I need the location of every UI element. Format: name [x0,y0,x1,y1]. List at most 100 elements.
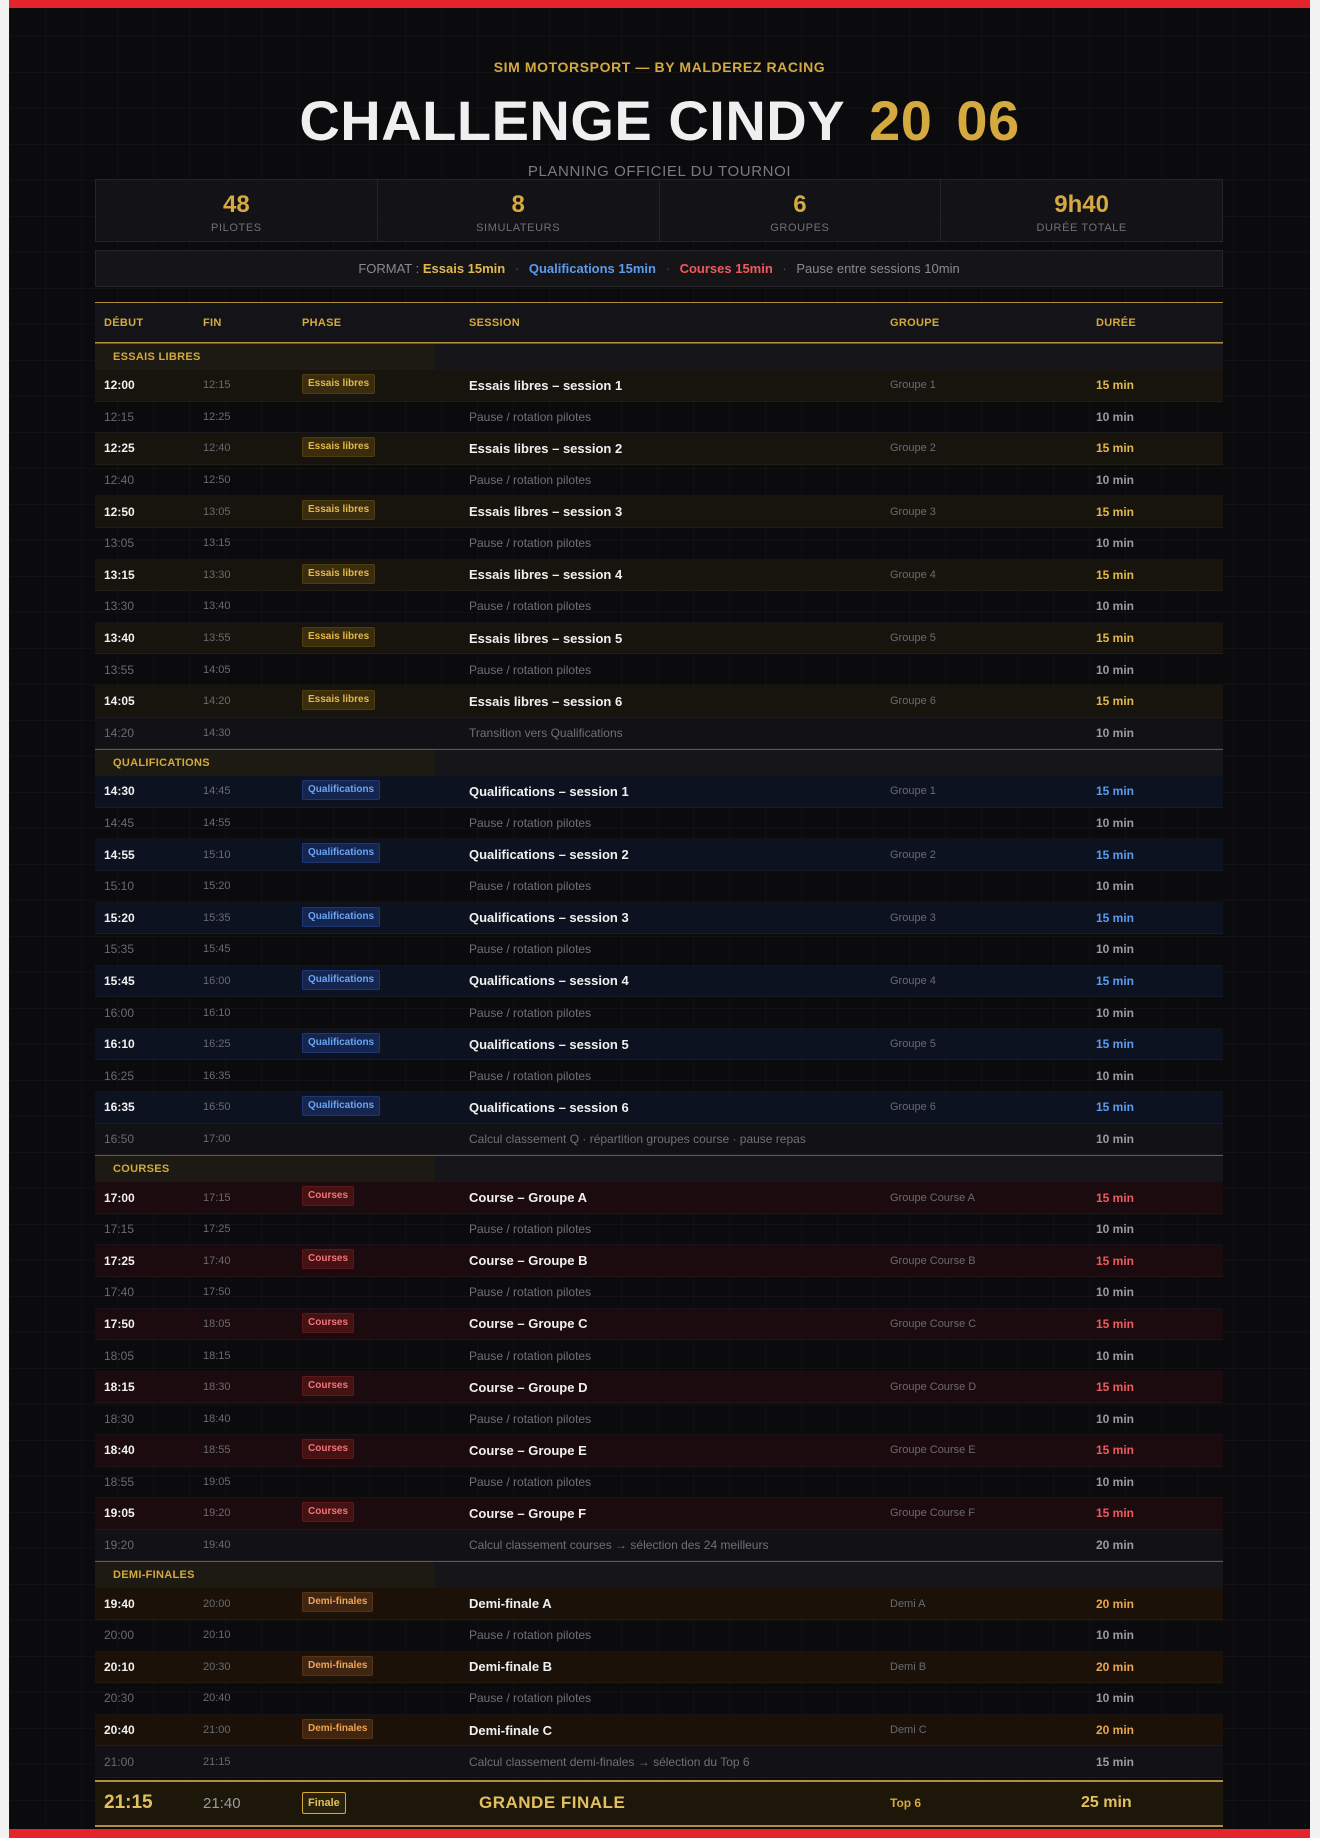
start-time: 20:40 [104,1723,135,1738]
phase-badge: Courses [302,1502,355,1523]
transition-row: 19:20 19:40 Calcul classement courses → sé… [95,1529,1223,1562]
format-separator: · [514,261,520,276]
section-header: DEMI-FINALES [95,1561,1223,1589]
pause-row: 16:25 16:35 Pause / rotation pilotes 10 min [95,1060,1223,1093]
session-row: 17:00 17:15 Courses Course – Groupe A Groupe… [95,1182,1223,1214]
phase-cell: Courses [302,1245,355,1276]
header-duration: DURÉE [1096,316,1137,329]
start-time: 18:55 [104,1474,135,1489]
phase-badge: Qualifications [302,969,381,990]
session-name: Course – Groupe E [469,1442,587,1458]
session-name: Calcul classement Q · répartition groupe… [469,1131,806,1146]
phase-badge: Essais libres [302,563,376,584]
phase-cell: Courses [302,1309,355,1340]
phase-badge: Qualifications [302,780,381,801]
session-name: Calcul classement courses → sélection de… [469,1538,769,1553]
pause-row: 20:30 20:40 Pause / rotation pilotes 10 min [95,1683,1223,1715]
end-time: 15:45 [203,943,231,956]
session-name: Pause / rotation pilotes [469,473,592,488]
pause-row: 12:40 12:50 Pause / rotation pilotes 10 min [95,465,1223,497]
pause-row: 13:55 14:05 Pause / rotation pilotes 10 min [95,654,1223,686]
session-name: Pause / rotation pilotes [469,536,592,551]
start-time: 12:50 [104,504,135,519]
session-name: Pause / rotation pilotes [469,1348,592,1363]
phase-cell: Demi-finales [302,1652,374,1683]
start-time: 17:40 [104,1285,135,1300]
duration: 15 min [1096,567,1135,582]
phase-badge: Essais libres [302,626,376,647]
duration: 15 min [1096,378,1135,393]
phase-cell: Essais libres [302,686,376,717]
duration: 10 min [1096,1411,1135,1426]
phase-badge: Courses [302,1249,355,1270]
title-day: 20 [869,89,933,152]
session-row: 17:50 18:05 Courses Course – Groupe C Groupe… [95,1308,1223,1341]
group-name: Groupe 4 [890,568,936,581]
end-time: 12:25 [203,410,231,423]
end-time: 13:55 [203,632,231,645]
header-group: GROUPE [890,316,940,329]
session-name: Pause / rotation pilotes [469,1691,592,1706]
start-time: 20:30 [104,1691,135,1706]
session-name: Qualifications – session 1 [469,783,629,799]
final-row: 21:15 21:40 Finale GRANDE FINALE Top 6 2… [95,1779,1223,1827]
phase-cell: Essais libres [302,496,376,527]
end-time: 20:10 [203,1629,231,1642]
format-separator: · [665,261,670,276]
format-separator: · [782,261,787,276]
duration: 15 min [1096,1380,1135,1395]
pause-row: 15:35 15:45 Pause / rotation pilotes 10 min [95,934,1223,966]
duration: 10 min [1096,816,1135,831]
phase-cell: Qualifications [302,839,381,870]
phase-badge: Essais libres [302,437,376,458]
phase-cell: Essais libres [302,370,376,401]
duration: 10 min [1096,662,1135,677]
start-time: 18:30 [104,1411,135,1426]
session-row: 14:55 15:10 Qualifications Qualifications –… [95,839,1223,871]
phase-badge: Essais libres [302,689,376,710]
session-name: Pause / rotation pilotes [469,1068,592,1083]
session-row: 14:30 14:45 Qualifications Qualifications –… [95,776,1223,808]
group-name: Groupe 4 [890,974,936,987]
session-name: Qualifications – session 5 [469,1036,629,1052]
stat-label: SIMULATEURS [476,222,561,234]
format-pause: Pause entre sessions 10min [796,261,960,276]
session-row: 18:15 18:30 Courses Course – Groupe D Groupe… [95,1371,1223,1404]
phase-badge: Courses [302,1186,355,1207]
section-header: COURSES [95,1155,1223,1183]
end-time: 18:55 [203,1444,231,1457]
end-time: 12:15 [203,379,231,392]
duration: 10 min [1096,1628,1135,1643]
session-name: Essais libres – session 2 [469,440,623,456]
start-time: 16:00 [104,1005,135,1020]
start-time: 13:55 [104,662,135,677]
phase-badge: Qualifications [302,843,381,864]
end-time: 19:20 [203,1507,231,1520]
end-time: 14:05 [203,663,231,676]
stat-value: 48 [223,191,250,218]
end-time: 16:25 [203,1038,231,1051]
duration: 20 min [1096,1538,1135,1553]
start-time: 14:20 [104,725,135,740]
end-time: 18:15 [203,1349,231,1362]
format-qualifications: Qualifications 15min [528,261,656,276]
duration: 10 min [1096,599,1135,614]
end-time: 14:45 [203,785,231,798]
phase-cell: Demi-finales [302,1588,374,1619]
duration: 10 min [1096,1691,1135,1706]
phase-cell: Qualifications [302,903,381,934]
format-courses: Courses 15min [679,261,773,276]
session-name: Calcul classement demi-finales → sélecti… [469,1754,750,1769]
end-time: 21:15 [203,1755,231,1768]
start-time: 15:10 [104,879,135,894]
stat-value: 8 [511,191,525,218]
end-time: 17:00 [203,1132,231,1145]
session-row: 14:05 14:20 Essais libres Essais libres – s… [95,685,1223,718]
start-time: 18:40 [104,1443,135,1458]
header-end: FIN [203,316,222,329]
start-time: 18:05 [104,1348,135,1363]
duration: 10 min [1096,536,1135,551]
duration: 15 min [1096,1506,1135,1521]
duration: 15 min [1096,847,1135,862]
start-time: 14:05 [104,694,135,709]
